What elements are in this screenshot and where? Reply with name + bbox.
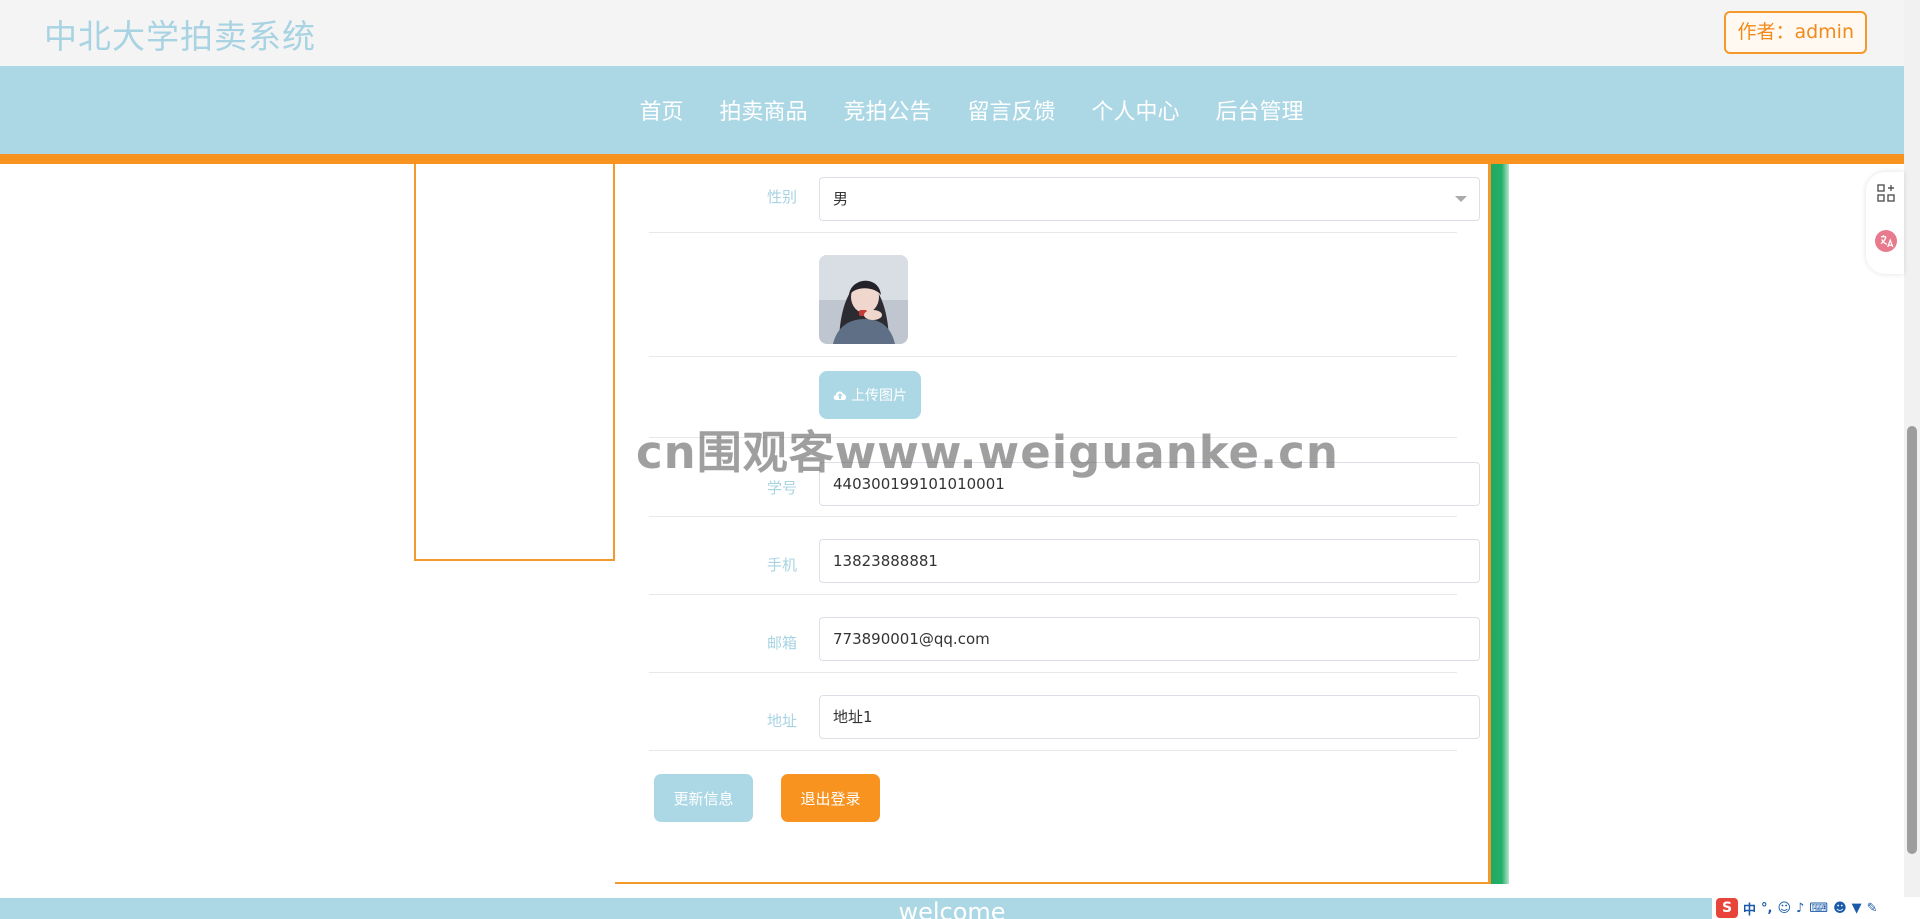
phone-label: 手机 bbox=[766, 556, 797, 574]
ime-toolbar: S 中 °, ☺ ♪ ⌨ ☻ ▼ ✎ bbox=[1712, 897, 1920, 919]
gender-value: 男 bbox=[833, 190, 849, 208]
upload-button-label: 上传图片 bbox=[851, 388, 907, 404]
phone-input[interactable]: 13823888881 bbox=[819, 539, 1480, 583]
nav-item-personal-center[interactable]: 个人中心 bbox=[1091, 94, 1180, 126]
site-logo[interactable]: 中北大学拍卖系统 bbox=[44, 10, 316, 58]
page-scrollbar[interactable] bbox=[1904, 0, 1920, 919]
avatar-image bbox=[819, 255, 908, 344]
email-input[interactable]: 773890001@qq.com bbox=[819, 617, 1480, 661]
punctuation-icon[interactable]: °, bbox=[1761, 901, 1772, 916]
watermark-text: cn围观客www.weiguanke.cn bbox=[636, 426, 1339, 479]
gender-label: 性别 bbox=[766, 188, 797, 206]
cloud-upload-icon bbox=[833, 391, 847, 400]
user-icon[interactable]: ☻ bbox=[1833, 901, 1847, 916]
nav-item-auction-goods[interactable]: 拍卖商品 bbox=[718, 94, 807, 126]
add-app-icon[interactable] bbox=[1875, 182, 1897, 204]
form-row-avatar bbox=[649, 232, 1457, 357]
keyboard-icon[interactable]: ⌨ bbox=[1809, 901, 1828, 916]
nav-item-home[interactable]: 首页 bbox=[638, 94, 683, 126]
microphone-icon[interactable]: ♪ bbox=[1796, 901, 1804, 916]
logout-button[interactable]: 退出登录 bbox=[781, 774, 880, 822]
green-accent-bar bbox=[1491, 164, 1509, 884]
form-row-gender: 性别 男 bbox=[649, 164, 1480, 233]
footer: welcome bbox=[0, 898, 1904, 919]
update-info-button[interactable]: 更新信息 bbox=[654, 774, 753, 822]
author-button[interactable]: 作者：admin bbox=[1724, 11, 1867, 54]
side-menu-box bbox=[414, 164, 615, 561]
translate-icon[interactable] bbox=[1875, 230, 1897, 252]
address-label: 地址 bbox=[766, 712, 797, 730]
nav-item-admin[interactable]: 后台管理 bbox=[1215, 94, 1304, 126]
nav-item-auction-notice[interactable]: 竞拍公告 bbox=[842, 94, 931, 126]
ime-lang[interactable]: 中 bbox=[1743, 899, 1756, 918]
email-label: 邮箱 bbox=[766, 634, 797, 652]
top-header: 中北大学拍卖系统 作者：admin bbox=[0, 0, 1904, 66]
chevron-down-icon bbox=[1455, 196, 1467, 202]
browser-side-tools bbox=[1866, 172, 1904, 274]
upload-image-button[interactable]: 上传图片 bbox=[819, 371, 921, 419]
profile-form-panel: 性别 男 上传图片 学号 440300199101010001 手机 13823… bbox=[615, 164, 1491, 884]
skin-icon[interactable]: ▼ bbox=[1852, 901, 1862, 916]
nav-menu: 首页 拍卖商品 竞拍公告 留言反馈 个人中心 后台管理 bbox=[0, 66, 1904, 154]
settings-wrench-icon[interactable]: ✎ bbox=[1867, 901, 1878, 916]
footer-text: welcome bbox=[898, 898, 1006, 919]
nav-item-feedback[interactable]: 留言反馈 bbox=[967, 94, 1056, 126]
sogou-logo-icon[interactable]: S bbox=[1716, 898, 1738, 918]
form-row-phone: 手机 13823888881 bbox=[649, 516, 1480, 595]
main-navbar: 首页 拍卖商品 竞拍公告 留言反馈 个人中心 后台管理 bbox=[0, 66, 1904, 164]
form-row-email: 邮箱 773890001@qq.com bbox=[649, 594, 1480, 673]
emoji-icon[interactable]: ☺ bbox=[1777, 901, 1791, 916]
scrollbar-thumb[interactable] bbox=[1907, 426, 1917, 854]
gender-select[interactable]: 男 bbox=[819, 177, 1480, 221]
address-input[interactable]: 地址1 bbox=[819, 695, 1480, 739]
form-row-address: 地址 地址1 bbox=[649, 672, 1480, 751]
